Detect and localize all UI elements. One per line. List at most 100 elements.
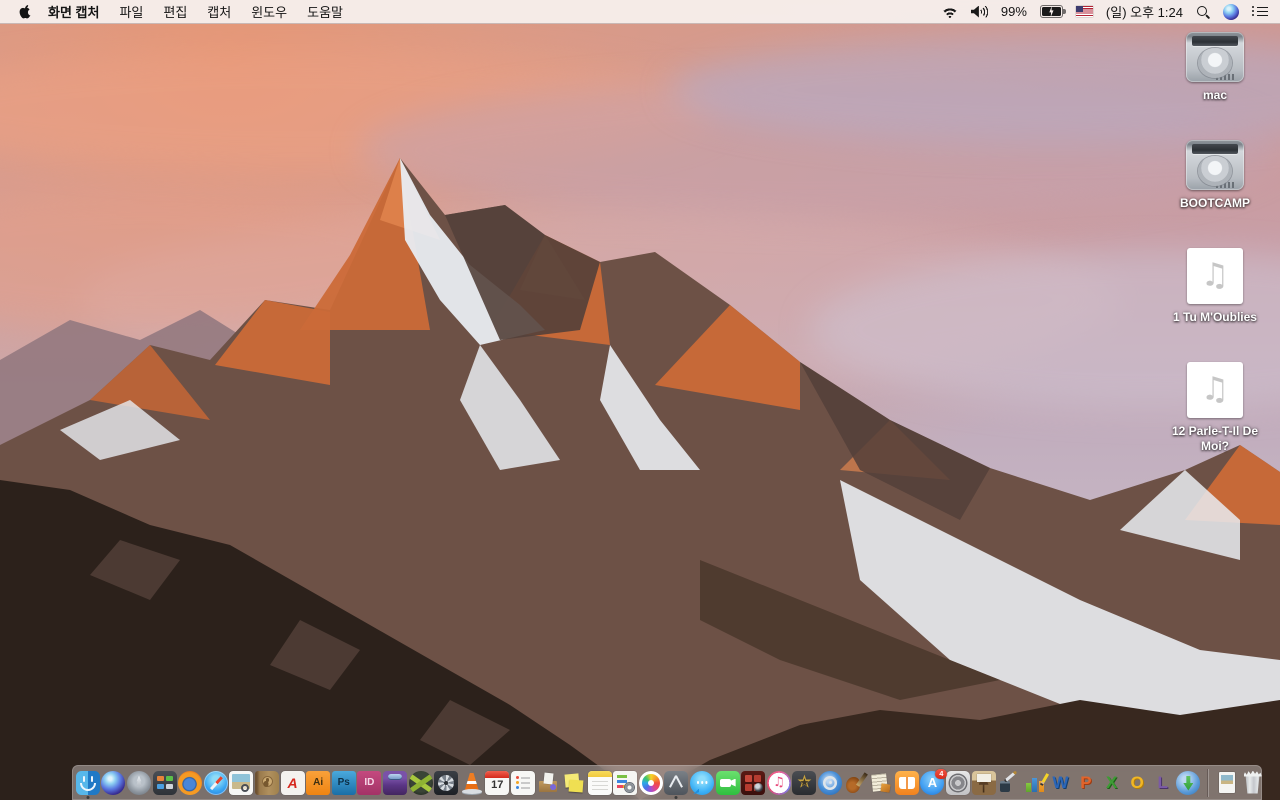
spotlight-search-icon[interactable] [1196,5,1210,19]
dock-photo-booth[interactable] [740,766,766,800]
dock-facetime[interactable] [715,766,741,800]
menu-item-2[interactable]: 편집 [163,2,187,21]
desktop-icon-audio-1[interactable]: 1 Tu M'Oublies [1173,248,1257,325]
desktop-icon-label: mac [1202,88,1228,102]
numbers-icon [1023,771,1047,795]
reminders-icon [510,770,535,795]
dock-ibooks[interactable] [894,766,920,800]
icon-glyph-text: X [1105,772,1118,792]
dock-keynote[interactable] [971,766,997,800]
dock-mission-control[interactable] [152,766,178,800]
dock-trash[interactable] [1240,766,1266,800]
menu-item-4[interactable]: 윈도우 [251,2,287,21]
dock-finder[interactable] [75,766,101,800]
dock-others [1211,766,1268,800]
dock-photoshop[interactable]: Ps [331,766,357,800]
dock-firefox[interactable] [177,766,203,800]
icon-glyph-text: O [1130,772,1144,792]
battery-charging-icon[interactable] [1039,5,1066,18]
dock-xee[interactable] [408,766,434,800]
dock: A Ai Ps ID 17 A4 WPXOL [72,765,1262,800]
app-store-icon: A4 [920,768,948,795]
dock-launchpad[interactable] [126,766,152,800]
dock-collage[interactable] [868,766,894,800]
pages-icon [997,771,1021,795]
dock-word[interactable]: W [1048,766,1074,800]
dock-app-store[interactable]: A4 [920,766,948,800]
dock-reminders[interactable] [510,766,536,800]
notification-badge: 4 [935,768,948,779]
desktop-icon-audio-2[interactable]: 12 Parle-T-Il De Moi? [1162,362,1268,454]
notification-center-icon[interactable] [1252,6,1268,18]
desktop-icon-bootcamp[interactable]: BOOTCAMP [1180,140,1250,211]
dock-downloader[interactable] [1176,766,1202,800]
dock-siri[interactable] [101,766,127,800]
dock-fan-utility[interactable] [433,766,459,800]
input-language-flag-icon[interactable] [1075,6,1093,17]
preview-icon [229,770,254,795]
dock-pages[interactable] [996,766,1022,800]
menu-item-5[interactable]: 도움말 [307,2,343,21]
dock-contacts[interactable] [254,766,280,800]
trash-icon [1241,771,1265,795]
dock-itunes[interactable] [766,766,792,800]
apple-menu[interactable] [12,4,38,19]
dock-numbers[interactable] [1022,766,1048,800]
dock-illustrator[interactable]: Ai [305,766,331,800]
finder-icon [75,770,100,795]
system-preferences-icon [945,770,970,795]
icon-glyph-text: P [1080,772,1092,792]
dock-excel[interactable]: X [1099,766,1125,800]
drive-icon [1186,140,1244,190]
dock-document[interactable] [1214,766,1240,800]
dock-grab[interactable] [664,766,690,800]
dock-gear-doc[interactable] [612,766,638,800]
dock-acrobat[interactable]: A [280,766,306,800]
wifi-icon[interactable] [941,6,958,18]
dock-notes[interactable] [587,766,613,800]
volume-icon[interactable] [971,6,988,18]
running-indicator [674,795,678,799]
menu-item-3[interactable]: 캡처 [207,2,231,21]
dock-garageband[interactable] [843,766,869,800]
contacts-icon [254,770,279,795]
photo-booth-icon [741,770,766,795]
icon-glyph-text: L [1157,772,1168,792]
siri-icon[interactable] [1223,3,1239,20]
dock-dvd-player[interactable] [817,766,843,800]
dock-photos[interactable] [638,766,664,800]
siri-icon [101,770,126,795]
dock-stickies[interactable] [561,766,587,800]
lync-icon: L [1151,771,1175,795]
keynote-icon [971,770,996,795]
dock-imovie[interactable] [792,766,818,800]
apple-logo-icon [19,5,30,19]
drive-vents [1216,182,1234,188]
dock-preview[interactable] [229,766,255,800]
menu-bar-clock[interactable]: (일) 오후 1:24 [1106,2,1183,21]
dock-safari[interactable] [203,766,229,800]
notes-icon [587,770,612,795]
icon-glyph-text: 17 [491,779,504,791]
xee-icon [408,770,433,795]
dock-unarchiver[interactable] [536,766,562,800]
stickies-icon [562,771,586,795]
app-menus: 파일 편집 캡처 윈도우 도움말 [109,2,353,21]
dock-messages[interactable] [689,766,715,800]
icon-glyph-text: Ps [337,777,350,788]
audio-icon [1186,248,1243,304]
dock-system-preferences[interactable] [945,766,971,800]
unarchiver-icon [536,771,560,795]
running-indicator [86,795,90,799]
desktop-icon-mac[interactable]: mac [1186,32,1244,103]
dock-indesign[interactable]: ID [357,766,383,800]
dock-lync[interactable]: L [1150,766,1176,800]
photoshop-icon: Ps [331,770,356,795]
dock-toast[interactable] [382,766,408,800]
active-app-menu[interactable]: 화면 캡처 [48,2,99,21]
dock-calendar[interactable]: 17 [485,766,511,800]
dock-outlook[interactable]: O [1124,766,1150,800]
dock-vlc[interactable] [459,766,485,800]
dock-powerpoint[interactable]: P [1073,766,1099,800]
menu-item-1[interactable]: 파일 [119,2,143,21]
